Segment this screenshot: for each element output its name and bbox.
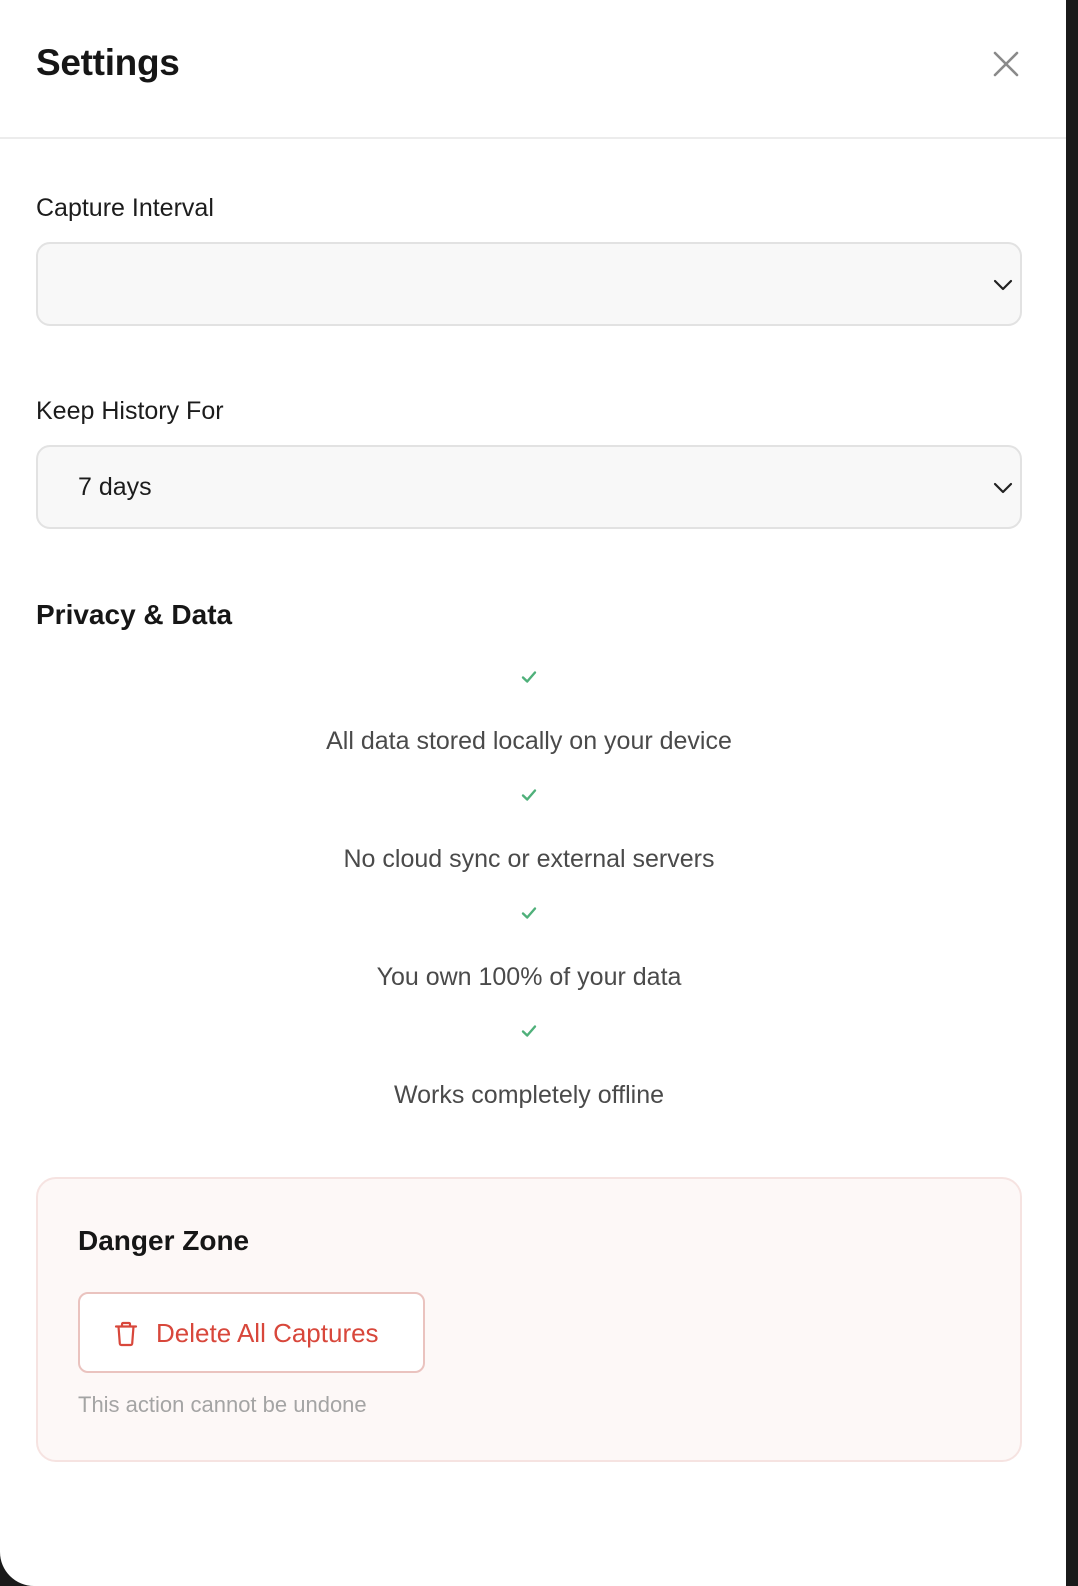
privacy-item: You own 100% of your data [0,904,1058,1022]
chevron-down-icon [993,279,1013,291]
settings-header: Settings [0,0,1066,139]
danger-zone: Danger Zone Delete All Captures This act… [36,1177,1022,1462]
close-icon [993,51,1019,77]
keep-history-label: Keep History For [36,397,224,425]
trash-icon [114,1321,138,1347]
privacy-item: Works completely offline [0,1022,1058,1140]
chevron-down-icon [993,482,1013,494]
delete-all-captures-button[interactable]: Delete All Captures [78,1292,425,1373]
check-icon [521,907,537,919]
delete-all-captures-label: Delete All Captures [156,1318,379,1348]
page-title: Settings [36,42,180,83]
privacy-item-text: You own 100% of your data [376,963,682,991]
check-icon [521,671,537,683]
check-icon [521,1025,537,1037]
danger-zone-note: This action cannot be undone [78,1392,367,1417]
danger-zone-title: Danger Zone [78,1225,250,1256]
privacy-item: All data stored locally on your device [0,668,1058,786]
privacy-item-text: No cloud sync or external servers [343,845,715,873]
settings-panel: Settings Capture Interval Keep History F… [0,0,1066,1586]
keep-history-select[interactable]: 7 days [36,445,1022,529]
privacy-section-title: Privacy & Data [36,599,233,630]
privacy-item-text: All data stored locally on your device [326,727,732,755]
keep-history-value: 7 days [78,473,152,501]
check-icon [521,789,537,801]
close-button[interactable] [982,40,1030,88]
privacy-item: No cloud sync or external servers [0,786,1058,904]
capture-interval-label: Capture Interval [36,194,214,222]
capture-interval-select[interactable] [36,242,1022,326]
privacy-item-text: Works completely offline [393,1081,665,1109]
